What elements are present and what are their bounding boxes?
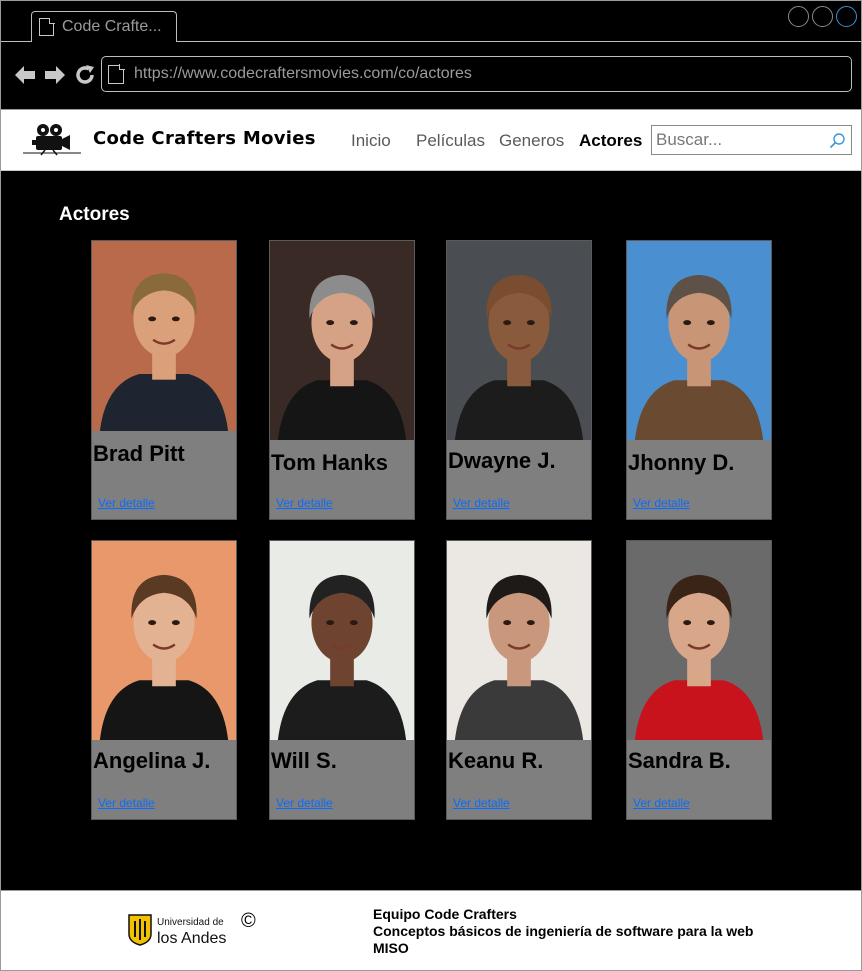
- actor-photo[interactable]: [92, 541, 236, 740]
- actor-name: Tom Hanks: [271, 450, 388, 475]
- view-detail-link[interactable]: Ver detalle: [276, 496, 333, 510]
- actor-photo[interactable]: [92, 241, 236, 431]
- search-box: [651, 125, 852, 155]
- url-text: https://www.codecraftersmovies.com/co/ac…: [134, 65, 472, 82]
- window-minimize-button[interactable]: [788, 6, 809, 27]
- svg-text:los Andes: los Andes: [157, 930, 226, 946]
- tab-title: Code Crafte...: [62, 18, 162, 35]
- actor-photo[interactable]: [627, 541, 771, 740]
- actor-photo[interactable]: [270, 241, 414, 440]
- actor-name: Dwayne J.: [448, 448, 556, 473]
- window-close-button[interactable]: [836, 6, 857, 27]
- browser-tab[interactable]: Code Crafte...: [31, 11, 177, 42]
- window-maximize-button[interactable]: [812, 6, 833, 27]
- view-detail-link[interactable]: Ver detalle: [98, 796, 155, 810]
- document-icon: [39, 17, 55, 36]
- window-controls: [788, 6, 857, 27]
- brand-name[interactable]: Code Crafters Movies: [93, 128, 316, 149]
- actor-card[interactable]: Will S. Ver detalle: [269, 540, 415, 820]
- back-arrow-icon[interactable]: [13, 63, 37, 87]
- footer-credits: Equipo Code Crafters Conceptos básicos d…: [373, 906, 753, 957]
- view-detail-link[interactable]: Ver detalle: [276, 796, 333, 810]
- forward-arrow-icon[interactable]: [43, 63, 67, 87]
- program-name: MISO: [373, 940, 409, 956]
- view-detail-link[interactable]: Ver detalle: [453, 796, 510, 810]
- actor-name: Will S.: [271, 748, 337, 773]
- reload-icon[interactable]: [73, 63, 97, 87]
- team-name: Equipo Code Crafters: [373, 906, 517, 922]
- movie-camera-logo-icon[interactable]: [23, 122, 81, 156]
- actor-name: Jhonny D.: [628, 450, 735, 475]
- view-detail-link[interactable]: Ver detalle: [453, 496, 510, 510]
- actor-name: Angelina J.: [93, 748, 211, 773]
- actor-card[interactable]: Jhonny D. Ver detalle: [626, 240, 772, 520]
- nav-link-actores[interactable]: Actores: [579, 131, 642, 151]
- actor-photo[interactable]: [270, 541, 414, 740]
- search-input[interactable]: [656, 130, 826, 150]
- browser-chrome: Code Crafte... https://www.codecraftersm…: [0, 0, 862, 110]
- view-detail-link[interactable]: Ver detalle: [98, 496, 155, 510]
- actor-photo[interactable]: [447, 241, 591, 440]
- actor-card[interactable]: Brad Pitt Ver detalle: [91, 240, 237, 520]
- actor-card[interactable]: Tom Hanks Ver detalle: [269, 240, 415, 520]
- actor-name: Brad Pitt: [93, 441, 185, 466]
- actor-name: Keanu R.: [448, 748, 544, 773]
- university-logo: Universidad de los Andes: [128, 914, 226, 946]
- page-icon: [108, 64, 125, 84]
- page-title: Actores: [59, 204, 130, 225]
- address-bar[interactable]: https://www.codecraftersmovies.com/co/ac…: [101, 56, 852, 92]
- actor-card[interactable]: Angelina J. Ver detalle: [91, 540, 237, 820]
- actor-card[interactable]: Dwayne J. Ver detalle: [446, 240, 592, 520]
- copyright-symbol: ©: [241, 910, 256, 932]
- actor-card[interactable]: Keanu R. Ver detalle: [446, 540, 592, 820]
- actor-name: Sandra B.: [628, 748, 731, 773]
- main-content: Actores Brad Pitt Ver detalle Tom Hanks …: [0, 171, 862, 890]
- navigation-controls: [13, 63, 97, 87]
- actor-photo[interactable]: [447, 541, 591, 740]
- nav-link-peliculas[interactable]: Películas: [416, 131, 485, 151]
- search-icon[interactable]: [829, 132, 846, 149]
- site-header: Code Crafters Movies Inicio Películas Ge…: [0, 110, 862, 171]
- nav-link-inicio[interactable]: Inicio: [351, 131, 391, 151]
- course-name: Conceptos básicos de ingeniería de softw…: [373, 923, 754, 939]
- svg-text:Universidad de: Universidad de: [157, 917, 224, 928]
- actor-photo[interactable]: [627, 241, 771, 440]
- site-footer: Universidad de los Andes © Equipo Code C…: [0, 890, 862, 971]
- view-detail-link[interactable]: Ver detalle: [633, 496, 690, 510]
- actor-card[interactable]: Sandra B. Ver detalle: [626, 540, 772, 820]
- nav-link-generos[interactable]: Generos: [499, 131, 564, 151]
- view-detail-link[interactable]: Ver detalle: [633, 796, 690, 810]
